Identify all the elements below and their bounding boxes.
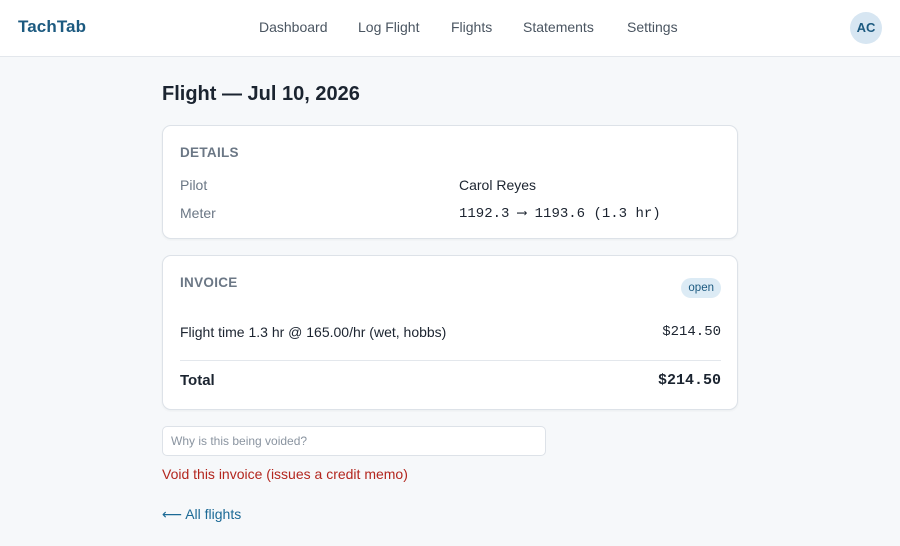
- nav-log-flight[interactable]: Log Flight: [358, 19, 419, 35]
- total-amount: $214.50: [657, 372, 721, 389]
- nav-statements[interactable]: Statements: [523, 19, 594, 35]
- line-item-amount: $214.50: [662, 324, 721, 340]
- void-reason-input[interactable]: [162, 426, 546, 456]
- page-title: Flight — Jul 10, 2026: [162, 83, 360, 105]
- line-item-description: Flight time 1.3 hr @ 165.00/hr (wet, hob…: [180, 324, 447, 340]
- details-heading: DETAILS: [180, 145, 239, 160]
- top-navigation-bar: TachTab Dashboard Log Flight Flights Sta…: [0, 0, 900, 57]
- invoice-status-badge: open: [681, 278, 721, 298]
- meter-label: Meter: [180, 205, 216, 221]
- nav-settings[interactable]: Settings: [627, 19, 678, 35]
- total-label: Total: [180, 372, 215, 389]
- back-to-flights-link[interactable]: ⟵ All flights: [162, 506, 241, 523]
- nav-flights[interactable]: Flights: [451, 19, 492, 35]
- main-nav: Dashboard Log Flight Flights Statements …: [0, 19, 900, 39]
- nav-dashboard[interactable]: Dashboard: [259, 19, 328, 35]
- total-divider: [180, 360, 721, 361]
- invoice-heading: INVOICE: [180, 275, 238, 290]
- user-avatar[interactable]: AC: [850, 12, 882, 44]
- invoice-card: INVOICE open Flight time 1.3 hr @ 165.00…: [162, 255, 738, 410]
- void-invoice-button[interactable]: Void this invoice (issues a credit memo): [162, 466, 408, 482]
- meter-value: 1192.3 ⟶ 1193.6 (1.3 hr): [459, 206, 661, 222]
- pilot-value: Carol Reyes: [459, 177, 537, 193]
- details-card: DETAILS Pilot Carol Reyes Meter 1192.3 ⟶…: [162, 125, 738, 239]
- pilot-label: Pilot: [180, 177, 208, 193]
